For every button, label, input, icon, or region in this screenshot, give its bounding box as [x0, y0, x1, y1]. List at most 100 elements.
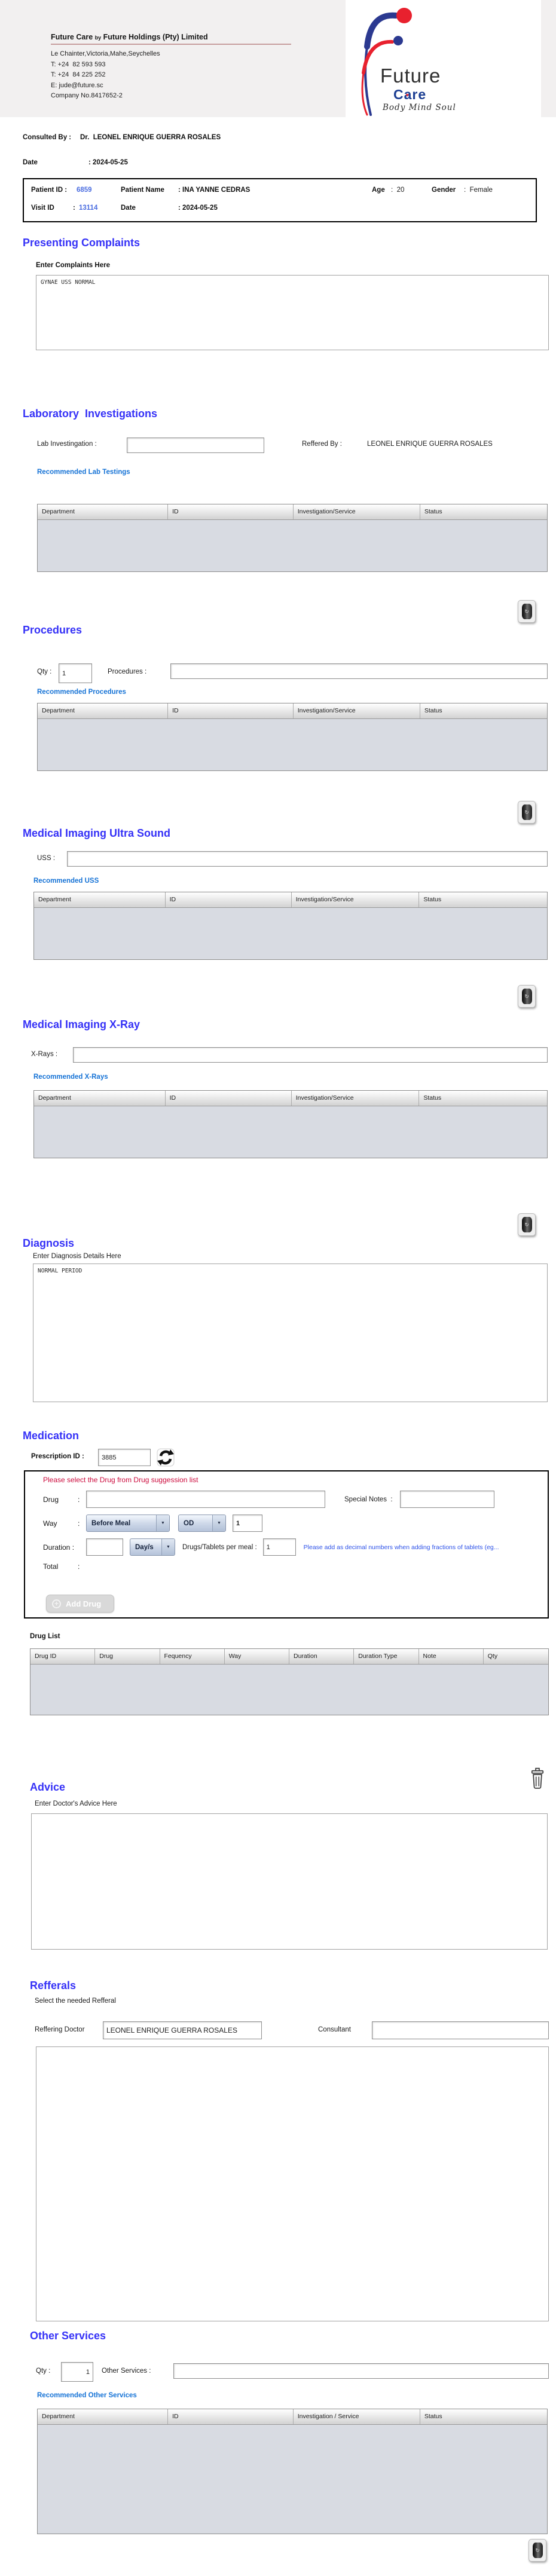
col-duration-type: Duration Type	[354, 1649, 419, 1664]
refferals-sub-label: Select the needed Refferal	[35, 1997, 116, 2005]
col-department: Department	[34, 892, 166, 907]
delete-lab-selection-button[interactable]: ↻	[518, 600, 536, 623]
table-body-empty	[38, 2425, 547, 2534]
company-number: Company No.8417652-2	[51, 92, 123, 99]
uss-table[interactable]: Department ID Investigation/Service Stat…	[33, 892, 548, 960]
table-body-empty	[34, 908, 547, 960]
col-status: Status	[424, 2413, 442, 2420]
delete-other-service-selection-button[interactable]: ↻	[528, 2539, 546, 2562]
col-department: Department	[38, 504, 169, 519]
add-drug-button[interactable]: + Add Drug	[46, 1595, 114, 1613]
refresh-prescription-icon[interactable]	[157, 1448, 175, 1467]
table-header-row: Drug ID Drug Fequency Way Duration Durat…	[30, 1649, 548, 1665]
lab-investigation-input[interactable]	[127, 438, 264, 453]
patient-name-label: Patient Name	[121, 186, 164, 194]
col-department: Department	[38, 2409, 169, 2424]
duration-input[interactable]	[86, 1538, 123, 1556]
way-label: Way	[43, 1519, 57, 1528]
consultant-label: Consultant	[318, 2026, 351, 2033]
company-phone-2: T: +24 84 225 252	[51, 71, 106, 78]
table-header-row: Department ID Investigation/Service Stat…	[34, 1091, 547, 1106]
special-notes-input[interactable]	[399, 1491, 494, 1508]
header-band: Future Care by Future Holdings (Pty) Lim…	[0, 0, 556, 117]
visit-id-value: 13114	[79, 204, 98, 212]
col-id: ID	[168, 703, 294, 718]
duration-label: Duration :	[43, 1543, 75, 1552]
other-services-input[interactable]	[173, 2363, 549, 2379]
diagnosis-sub-label: Enter Diagnosis Details Here	[33, 1253, 121, 1260]
total-label: Total	[43, 1562, 59, 1571]
col-investigation: Investigation/Service	[292, 892, 420, 907]
gender-value: : Female	[464, 186, 493, 194]
complaints-textarea[interactable]: GYNAE USS NORMAL	[36, 275, 549, 350]
xray-table[interactable]: Department ID Investigation/Service Stat…	[33, 1090, 548, 1158]
drug-input[interactable]	[86, 1491, 325, 1508]
procedures-table[interactable]: Department ID Investigation/Service Stat…	[37, 703, 548, 771]
other-services-qty-label: Qty :	[36, 2367, 51, 2375]
duration-unit-select[interactable]: Day/s ▼	[130, 1538, 175, 1556]
trash-icon: ↻	[521, 989, 532, 1004]
visit-date-value: : 2024-05-25	[178, 204, 218, 212]
uss-title: Medical Imaging Ultra Sound	[23, 827, 171, 839]
trash-icon: ↻	[521, 604, 532, 619]
way-meal-select[interactable]: Before Meal ▼	[86, 1515, 170, 1532]
xray-input[interactable]	[73, 1047, 548, 1063]
refferals-title: Refferals	[30, 1980, 77, 1991]
delete-uss-selection-button[interactable]: ↻	[518, 985, 536, 1008]
consulted-by-label: Consulted By :	[23, 134, 72, 141]
chevron-down-icon: ▼	[161, 1539, 175, 1555]
table-header-row: Department ID Investigation/Service Stat…	[38, 703, 547, 719]
fraction-note: Please add as decimal numbers when addin…	[303, 1543, 499, 1551]
prescription-row: Prescription ID :	[31, 1448, 549, 1468]
delete-xray-selection-button[interactable]: ↻	[518, 1213, 536, 1236]
patient-id-value: 6859	[77, 186, 92, 194]
prescription-id-input[interactable]	[98, 1449, 151, 1466]
delete-advice-trash-icon[interactable]	[528, 1767, 546, 1791]
date-row: Date : 2024-05-25	[23, 159, 128, 166]
col-drug: Drug	[95, 1649, 160, 1664]
col-qty: Qty	[487, 1653, 498, 1660]
consulted-by-value: Dr. LEONEL ENRIQUE GUERRA ROSALES	[80, 134, 221, 141]
complaints-sub-label: Enter Complaints Here	[36, 262, 110, 269]
visit-date-label: Date	[121, 204, 136, 212]
consultant-input[interactable]	[372, 2021, 549, 2039]
way-meal-value: Before Meal	[91, 1519, 131, 1527]
per-meal-input[interactable]	[262, 1538, 296, 1556]
recommended-uss-link: Recommended USS	[33, 877, 99, 885]
reffering-doctor-input[interactable]	[103, 2021, 262, 2039]
procedures-qty-input[interactable]	[59, 663, 92, 683]
table-header-row: Department ID Investigation / Service St…	[38, 2409, 547, 2425]
plus-circle-icon: +	[52, 1599, 61, 1608]
col-drug-id: Drug ID	[30, 1649, 96, 1664]
title-underline	[51, 44, 291, 45]
duration-unit-value: Day/s	[135, 1543, 154, 1551]
diagnosis-textarea[interactable]: NORMAL PERIOD	[33, 1263, 548, 1402]
way-frequency-select[interactable]: OD ▼	[178, 1515, 226, 1532]
logo-tagline: Body Mind Soul	[383, 103, 456, 112]
reffered-by-label: Reffered By :	[302, 440, 342, 448]
other-services-qty-input[interactable]	[61, 2362, 93, 2382]
lab-testings-table[interactable]: Department ID Investigation/Service Stat…	[37, 504, 548, 572]
company-address: Le Chainter,Victoria,Mahe,Seychelles	[51, 50, 160, 57]
advice-textarea[interactable]	[31, 1813, 548, 1950]
refferal-field-row: Reffering Doctor Consultant	[35, 2020, 549, 2040]
drug-label: Drug	[43, 1495, 59, 1504]
xray-field-row: X-Rays :	[31, 1046, 548, 1064]
refferal-list-box[interactable]	[36, 2046, 549, 2321]
lab-title: Laboratory Investigations	[23, 408, 158, 420]
col-investigation: Investigation / Service	[294, 2409, 420, 2424]
way-qty-input[interactable]	[233, 1515, 262, 1532]
procedures-input[interactable]	[170, 663, 548, 679]
recommended-other-services-link: Recommended Other Services	[37, 2392, 137, 2399]
logo-wordmark-care: Ca ♥ re	[393, 87, 427, 102]
trash-icon: ↻	[521, 1217, 532, 1232]
delete-procedure-selection-button[interactable]: ↻	[518, 801, 536, 824]
lab-field-label: Lab Investingation :	[37, 440, 97, 448]
drug-list-label: Drug List	[30, 1633, 60, 1640]
drug-list-table[interactable]: Drug ID Drug Fequency Way Duration Durat…	[30, 1648, 549, 1715]
other-services-field-row: Qty : Other Services :	[36, 2361, 549, 2382]
trash-icon: ↻	[532, 2543, 543, 2558]
other-services-table[interactable]: Department ID Investigation / Service St…	[37, 2409, 548, 2534]
uss-input[interactable]	[67, 851, 548, 867]
col-status: Status	[424, 508, 442, 515]
